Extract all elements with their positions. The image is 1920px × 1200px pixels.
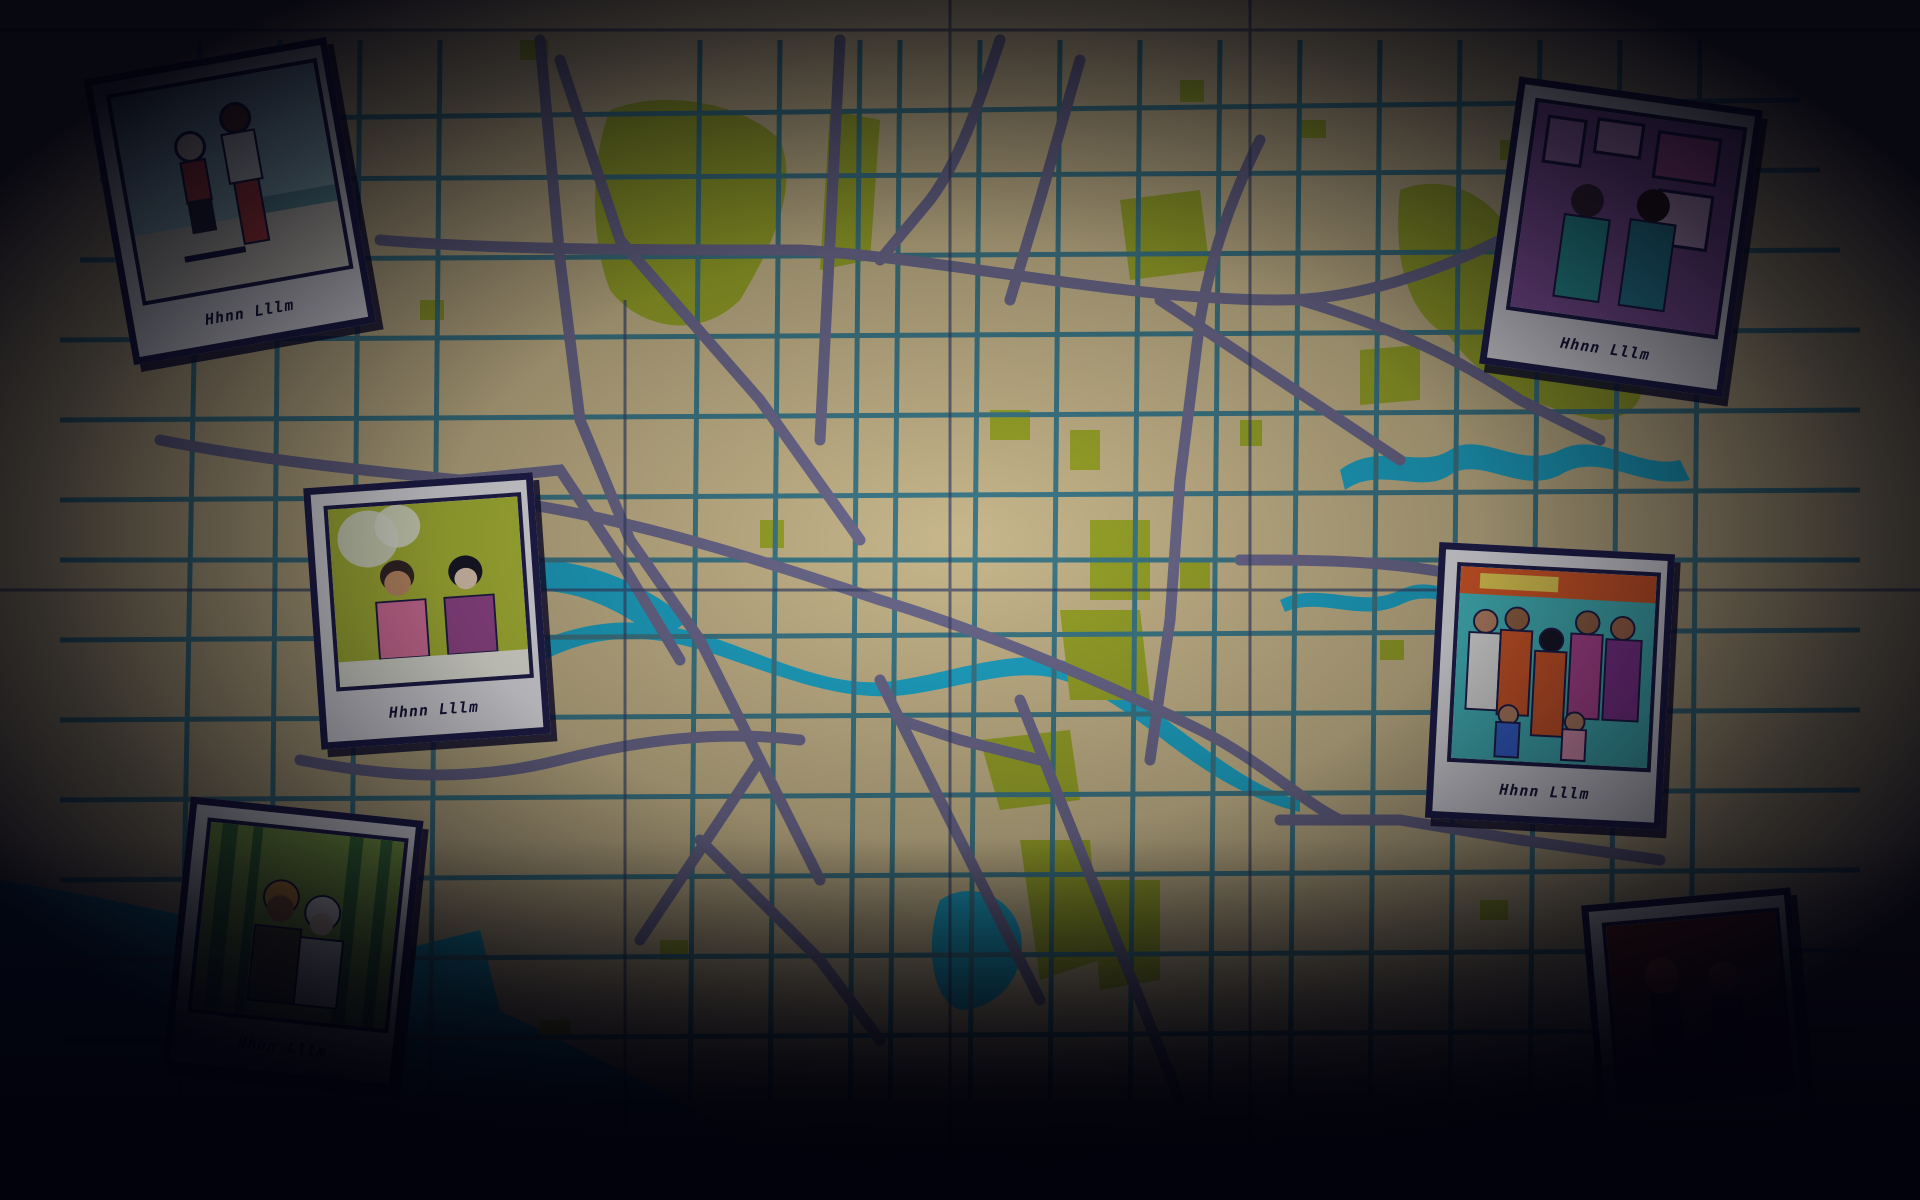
group-family-photo bbox=[1446, 561, 1662, 773]
concert-photo bbox=[1601, 907, 1796, 1109]
skater-kids-photo bbox=[105, 57, 354, 306]
couple-cafe-photo bbox=[323, 492, 534, 692]
polaroid-caption: Hhnn Lllm bbox=[388, 697, 480, 722]
map-scene: Hhnn Lllm Hhnn Lllm Hhnn Lllm Hhnn Lllm … bbox=[0, 0, 1920, 1200]
photo-polaroid-skatepark[interactable]: Hhnn Lllm bbox=[83, 36, 377, 366]
photo-polaroid-family[interactable]: Hhnn Lllm bbox=[1424, 542, 1676, 830]
photo-polaroid-night[interactable] bbox=[1581, 887, 1813, 1165]
forest-selfie-photo bbox=[187, 817, 409, 1034]
photo-polaroid-forest[interactable]: Hhnn Lllm bbox=[162, 796, 424, 1092]
polaroid-caption: Hhnn Lllm bbox=[236, 1033, 328, 1062]
polaroid-caption: Hhnn Lllm bbox=[1498, 780, 1591, 804]
photo-polaroid-cafe[interactable]: Hhnn Lllm bbox=[303, 472, 551, 750]
art-gallery-photo bbox=[1505, 97, 1748, 340]
polaroid-caption bbox=[1609, 1124, 1804, 1141]
photo-polaroid-gallery[interactable]: Hhnn Lllm bbox=[1479, 76, 1763, 398]
